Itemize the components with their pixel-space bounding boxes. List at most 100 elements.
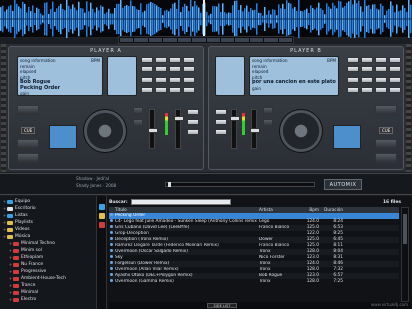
deck-a-pitch-bend-down-button[interactable] xyxy=(133,119,143,127)
deck-b-pitch-slider[interactable] xyxy=(250,109,260,149)
tree-item[interactable]: + Minimal xyxy=(0,289,96,296)
deck-b-sample-4-button[interactable] xyxy=(389,87,401,93)
deck-b-eq-mid-knob[interactable] xyxy=(215,119,227,125)
deck-a-stop-button[interactable] xyxy=(17,153,39,163)
tree-item[interactable]: + Progressive xyxy=(0,268,96,275)
deck-a-sample-2-button[interactable] xyxy=(155,87,167,93)
tree-item[interactable]: + Escritorio xyxy=(0,205,96,212)
remove-folder-icon[interactable] xyxy=(99,222,105,228)
deck-b-hotcue-2-button[interactable] xyxy=(361,66,373,72)
deck-a-sample-3-button[interactable] xyxy=(169,87,181,93)
deck-a-sample-1-button[interactable] xyxy=(141,87,153,93)
deck-b-reloop-button[interactable] xyxy=(389,57,401,63)
deck-b-loop-out-button[interactable] xyxy=(375,57,387,63)
deck-a-reloop-button[interactable] xyxy=(183,57,195,63)
deck-b-volume-fader[interactable] xyxy=(230,109,240,149)
deck-a-gain-label: gain xyxy=(20,91,30,96)
tree-item[interactable]: + Listas xyxy=(0,212,96,219)
search-input[interactable] xyxy=(130,199,231,205)
automix-button[interactable]: AUTOMIX xyxy=(324,179,362,190)
favorite-folder-icon[interactable] xyxy=(99,213,105,219)
deck-b-play-button[interactable] xyxy=(375,139,397,149)
waveform-display[interactable] xyxy=(0,0,412,38)
side-list-button[interactable]: SIDE LIST xyxy=(207,303,237,308)
deck-b-sync-button[interactable] xyxy=(375,105,397,115)
tree-item-label: Minimal Techno xyxy=(21,241,55,246)
folder-icon xyxy=(7,227,13,232)
deck-b-eq-high-knob[interactable] xyxy=(215,109,227,115)
tree-item[interactable]: + Minim sol xyxy=(0,247,96,254)
deck-a-title: PLAYER A xyxy=(90,48,122,54)
deck-b-cue-button[interactable]: CUE xyxy=(379,127,394,134)
table-scrollbar[interactable] xyxy=(401,207,409,302)
tree-item[interactable]: + Videos xyxy=(0,226,96,233)
deck-a-jog-wheel[interactable] xyxy=(83,109,127,153)
search-bar: Buscar: 16 files xyxy=(109,198,411,206)
deck-a-loop-out-button[interactable] xyxy=(169,57,181,63)
deck-a-sync-button[interactable] xyxy=(17,105,39,115)
deck-a-hotcue-4-button[interactable] xyxy=(183,66,195,72)
tree-item[interactable]: + Ambient-House-Tech xyxy=(0,275,96,282)
deck-a-hotcue-3-button[interactable] xyxy=(169,66,181,72)
tree-item-label: Trance xyxy=(21,283,36,288)
deck-a-video-preview xyxy=(49,125,77,149)
deck-b-loop-in-button[interactable] xyxy=(361,57,373,63)
deck-a-loop-button[interactable] xyxy=(141,57,153,63)
track-position-strip[interactable] xyxy=(118,36,294,44)
deck-a-eq-mid-knob[interactable] xyxy=(187,119,199,125)
deck-a-eq-low-knob[interactable] xyxy=(187,129,199,135)
deck-b-hotcue-3-button[interactable] xyxy=(375,66,387,72)
playhead-marker xyxy=(203,0,205,38)
deck-b-sample-2-button[interactable] xyxy=(361,87,373,93)
tree-item-label: Minim sol xyxy=(21,248,42,253)
tree-item[interactable]: + Minimal Techno xyxy=(0,240,96,247)
deck-a-volume-fader[interactable] xyxy=(174,109,184,149)
deck-b-hotcue-4-button[interactable] xyxy=(389,66,401,72)
deck-a-fx-1-button[interactable] xyxy=(141,77,153,83)
deck-b-sample-3-button[interactable] xyxy=(375,87,387,93)
deck-a-pitch-slider[interactable] xyxy=(148,109,158,149)
deck-b-loop-button[interactable] xyxy=(347,57,359,63)
tree-item[interactable]: + Música xyxy=(0,233,96,240)
deck-a-pitch-bend-up-button[interactable] xyxy=(133,107,143,115)
deck-b-fx-4-button[interactable] xyxy=(389,77,401,83)
deck-a-loop-in-button[interactable] xyxy=(155,57,167,63)
tree-item[interactable]: + Ethiopiam xyxy=(0,254,96,261)
tree-item[interactable]: + Electro xyxy=(0,296,96,303)
deck-b-pitch-bend-up-button[interactable] xyxy=(263,107,273,115)
deck-a-fx-4-button[interactable] xyxy=(183,77,195,83)
tree-item[interactable]: + Equipo xyxy=(0,198,96,205)
deck-b-fx-2-button[interactable] xyxy=(361,77,373,83)
table-row[interactable]: Overmoon (Gamma Remix) Tronx 128.0 7:25 xyxy=(109,279,399,285)
deck-b-fx-3-button[interactable] xyxy=(375,77,387,83)
deck-b-hotcue-1-button[interactable] xyxy=(347,66,359,72)
deck-b-jog-wheel[interactable] xyxy=(279,109,323,153)
deck-b-bpm-label: BPM xyxy=(326,58,336,63)
deck-a-play-button[interactable] xyxy=(17,139,39,149)
add-folder-icon[interactable] xyxy=(99,204,105,210)
folder-icon xyxy=(13,248,19,253)
tree-item[interactable]: + Trance xyxy=(0,282,96,289)
tree-item[interactable]: + Nu France xyxy=(0,261,96,268)
folder-icon xyxy=(7,234,13,239)
deck-b-sample-1-button[interactable] xyxy=(347,87,359,93)
deck-b-pitch-bend-down-button[interactable] xyxy=(263,119,273,127)
deck-b-eq-low-knob[interactable] xyxy=(215,129,227,135)
deck-a-fx-2-button[interactable] xyxy=(155,77,167,83)
deck-b-video-preview xyxy=(333,125,361,149)
deck-a-sample-4-button[interactable] xyxy=(183,87,195,93)
deck-b-fx-1-button[interactable] xyxy=(347,77,359,83)
deck-b-stop-button[interactable] xyxy=(375,153,397,163)
tree-item[interactable]: + Playlists xyxy=(0,219,96,226)
file-count: 16 files xyxy=(383,199,401,205)
deck-b-title: PLAYER B xyxy=(290,48,322,54)
deck-b-gain-label: gain xyxy=(252,85,262,91)
deck-a-eq-high-knob[interactable] xyxy=(187,109,199,115)
deck-a-bpm-label: BPM xyxy=(90,58,100,63)
deck-a-cue-button[interactable]: CUE xyxy=(21,127,36,134)
deck-a-hotcue-1-button[interactable] xyxy=(141,66,153,72)
deck-a-hotcue-2-button[interactable] xyxy=(155,66,167,72)
deck-a-fx-3-button[interactable] xyxy=(169,77,181,83)
crossfader-slider[interactable] xyxy=(165,182,315,187)
browser-footer xyxy=(109,302,411,309)
